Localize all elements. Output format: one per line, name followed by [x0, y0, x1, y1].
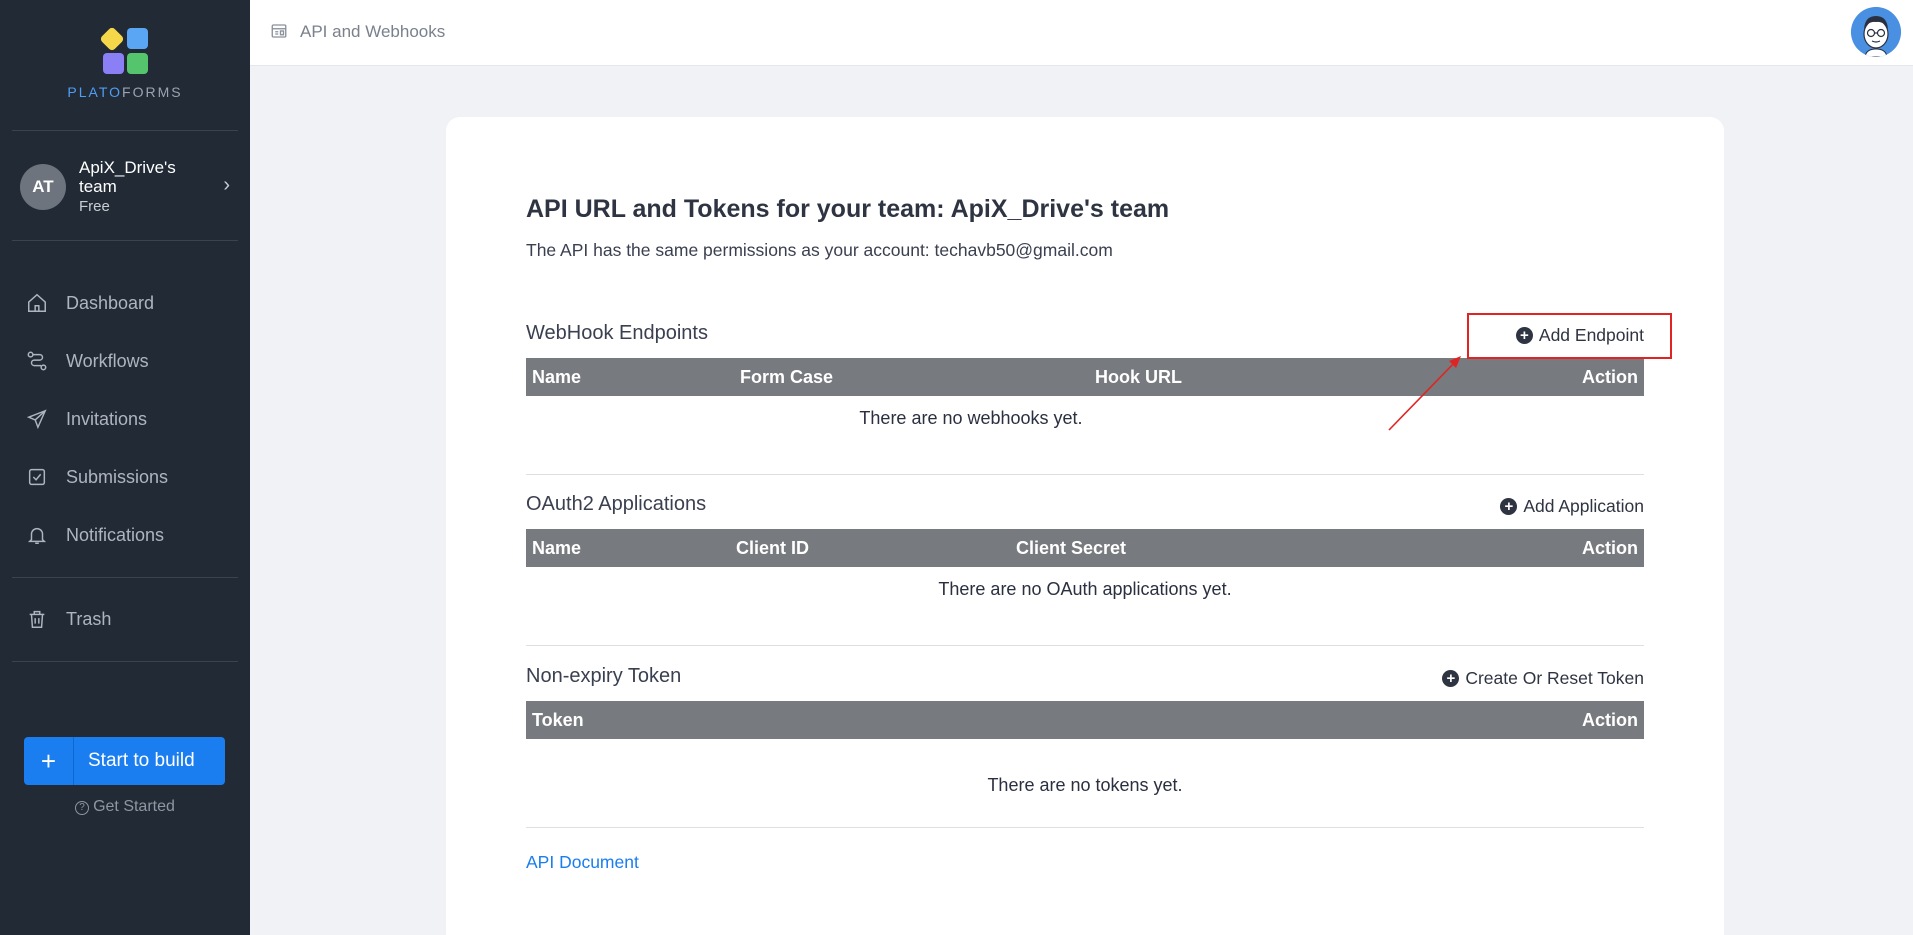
oauth-table-header: Name Client ID Client Secret Action [526, 529, 1644, 567]
start-to-build-button[interactable]: + Start to build [24, 737, 225, 785]
bell-icon [27, 527, 47, 544]
plus-circle-icon: + [1442, 670, 1460, 687]
send-icon [26, 409, 47, 430]
webhooks-empty-message: There are no webhooks yet. [859, 408, 1083, 428]
get-started-link[interactable]: ? Get Started [0, 798, 250, 816]
oauth-empty-message: There are no OAuth applications yet. [938, 579, 1232, 599]
sidebar-item-label: Dashboard [66, 292, 155, 313]
webhooks-title: WebHook Endpoints [526, 322, 708, 344]
trash-icon [29, 610, 45, 628]
token-section: Non-expiry Token + Create Or Reset Token… [526, 665, 1644, 815]
add-application-button[interactable]: + Add Application [1500, 496, 1644, 517]
sidebar-item-invitations[interactable]: Invitations [26, 404, 236, 434]
column-header: Client Secret [1016, 538, 1127, 558]
team-avatar: AT [20, 164, 66, 210]
section-divider [526, 827, 1644, 828]
api-document-link[interactable]: API Document [526, 852, 639, 873]
sidebar-item-trash[interactable]: Trash [26, 604, 236, 634]
sidebar-item-label: Submissions [66, 466, 169, 487]
team-switcher[interactable]: AT ApiX_Drive's team Free › [20, 158, 230, 228]
start-to-build-label: Start to build [88, 750, 195, 771]
sidebar-divider [12, 577, 238, 578]
page-title: API and Webhooks [300, 22, 446, 41]
logo-icon [99, 26, 150, 78]
sidebar-divider [12, 240, 238, 241]
api-heading: API URL and Tokens for your team: ApiX_D… [526, 195, 1170, 223]
inbox-icon [28, 468, 46, 486]
section-divider [526, 645, 1644, 646]
column-header: Action [1582, 367, 1638, 387]
plus-circle-icon: + [1500, 498, 1518, 515]
api-page-icon [271, 24, 287, 38]
home-icon [28, 293, 46, 312]
brand-name: PLATOFORMS [67, 84, 183, 100]
token-title: Non-expiry Token [526, 665, 682, 687]
oauth-title: OAuth2 Applications [526, 493, 707, 515]
sidebar-item-dashboard[interactable]: Dashboard [26, 288, 236, 318]
user-avatar[interactable] [1851, 7, 1901, 57]
sidebar-item-notifications[interactable]: Notifications [26, 520, 236, 550]
sidebar-divider [12, 661, 238, 662]
help-icon: ? [75, 801, 90, 815]
sidebar-divider [12, 130, 238, 131]
highlight-box [1467, 313, 1672, 359]
workflow-icon [27, 351, 47, 371]
topbar: API and Webhooks [250, 0, 1913, 66]
column-header: Token [532, 710, 584, 730]
sidebar-item-workflows[interactable]: Workflows [26, 346, 236, 376]
column-header: Action [1582, 710, 1638, 730]
brand-logo[interactable]: PLATOFORMS [0, 26, 250, 100]
column-header: Name [532, 367, 582, 387]
team-plan: Free [79, 198, 110, 215]
sidebar: PLATOFORMS AT ApiX_Drive's team Free › D… [0, 0, 250, 935]
column-header: Client ID [736, 538, 810, 558]
plus-icon: + [24, 737, 74, 785]
oauth-section: OAuth2 Applications + Add Application Na… [526, 493, 1644, 643]
chevron-right-icon: › [223, 174, 230, 196]
team-name: ApiX_Drive's team [79, 158, 176, 196]
column-header: Action [1582, 538, 1638, 558]
api-subheading: The API has the same permissions as your… [526, 240, 1113, 260]
column-header: Form Case [740, 367, 834, 387]
token-table-header: Token Action [526, 701, 1644, 739]
webhooks-table-header: Name Form Case Hook URL Action [526, 358, 1644, 396]
column-header: Name [532, 538, 582, 558]
annotation-arrow-icon [1388, 356, 1461, 431]
create-reset-token-button[interactable]: + Create Or Reset Token [1442, 668, 1644, 689]
column-header: Hook URL [1095, 367, 1182, 387]
sidebar-item-label: Workflows [66, 350, 149, 371]
sidebar-item-submissions[interactable]: Submissions [26, 462, 236, 492]
token-empty-message: There are no tokens yet. [987, 775, 1183, 795]
section-divider [526, 474, 1644, 475]
avatar-illustration-icon [1851, 7, 1901, 57]
api-settings-card: API URL and Tokens for your team: ApiX_D… [446, 117, 1724, 935]
sidebar-item-label: Invitations [66, 408, 148, 429]
sidebar-item-label: Notifications [66, 524, 165, 545]
sidebar-item-label: Trash [66, 608, 112, 629]
